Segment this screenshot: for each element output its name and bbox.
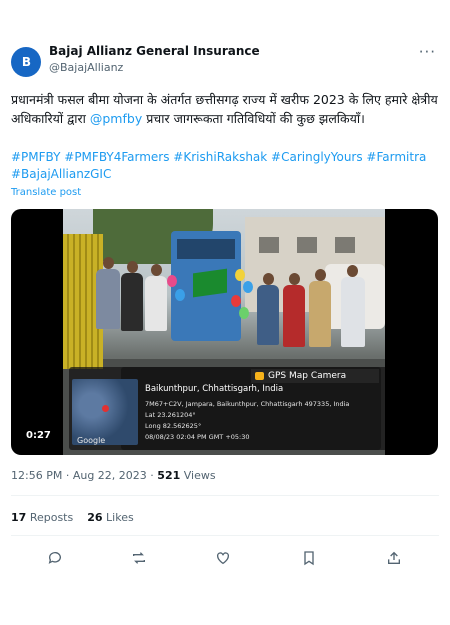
tweet-text: प्रधानमंत्री फसल बीमा योजना के अंतर्गत छ… bbox=[11, 90, 439, 128]
divider bbox=[11, 495, 439, 496]
gps-badge-label: GPS Map Camera bbox=[268, 371, 347, 381]
gps-minimap: Google bbox=[72, 379, 138, 445]
google-label: Google bbox=[77, 436, 106, 445]
views-label: Views bbox=[183, 469, 216, 482]
bookmark-icon[interactable] bbox=[296, 545, 322, 571]
avatar[interactable]: B bbox=[11, 47, 41, 77]
post-date[interactable]: Aug 22, 2023 bbox=[73, 469, 147, 482]
like-icon[interactable] bbox=[210, 545, 236, 571]
translate-post-link[interactable]: Translate post bbox=[11, 187, 81, 198]
green-flag-shape bbox=[193, 268, 227, 298]
display-name[interactable]: Bajaj Allianz General Insurance bbox=[49, 44, 260, 58]
reply-icon[interactable] bbox=[42, 545, 68, 571]
repost-icon[interactable] bbox=[126, 545, 152, 571]
gps-datetime: 08/08/23 02:04 PM GMT +05:30 bbox=[145, 433, 250, 441]
views-count: 521 bbox=[157, 469, 181, 482]
more-icon[interactable]: ··· bbox=[419, 43, 436, 61]
gps-long: Long 82.562625° bbox=[145, 422, 202, 430]
video-duration-badge: 0:27 bbox=[21, 428, 56, 443]
camera-icon bbox=[255, 372, 264, 380]
mention-link[interactable]: @pmfby bbox=[90, 111, 142, 126]
video-player[interactable]: Google GPS Map Camera Baikunthpur, Chhat… bbox=[11, 209, 438, 455]
gps-address: 7M67+C2V, Jampara, Baikunthpur, Chhattis… bbox=[145, 400, 350, 408]
gps-map-camera-overlay: Google GPS Map Camera Baikunthpur, Chhat… bbox=[69, 367, 381, 450]
gps-place: Baikunthpur, Chhattisgarh, India bbox=[145, 384, 284, 394]
tweet-text-part2: प्रचार जागरूकता गतिविधियों की कुछ झलकिया… bbox=[142, 111, 365, 126]
reposts-count[interactable]: 17 bbox=[11, 511, 26, 524]
divider bbox=[11, 535, 439, 536]
share-icon[interactable] bbox=[381, 545, 407, 571]
tweet-card: B Bajaj Allianz General Insurance @Bajaj… bbox=[0, 0, 450, 625]
likes-label[interactable]: Likes bbox=[106, 511, 134, 524]
likes-count[interactable]: 26 bbox=[87, 511, 102, 524]
engagement-stats: 17 Reposts 26 Likes bbox=[11, 511, 134, 524]
action-bar bbox=[0, 545, 450, 571]
hashtags[interactable]: #PMFBY #PMFBY4Farmers #KrishiRakshak #Ca… bbox=[11, 149, 439, 183]
post-time[interactable]: 12:56 PM bbox=[11, 469, 62, 482]
account-handle[interactable]: @BajajAllianz bbox=[49, 61, 123, 74]
map-pin-icon bbox=[102, 405, 109, 412]
post-meta: 12:56 PM · Aug 22, 2023 · 521 Views bbox=[11, 469, 216, 482]
gps-badge: GPS Map Camera bbox=[251, 369, 379, 383]
gps-lat: Lat 23.261204° bbox=[145, 411, 196, 419]
reposts-label[interactable]: Reposts bbox=[30, 511, 73, 524]
